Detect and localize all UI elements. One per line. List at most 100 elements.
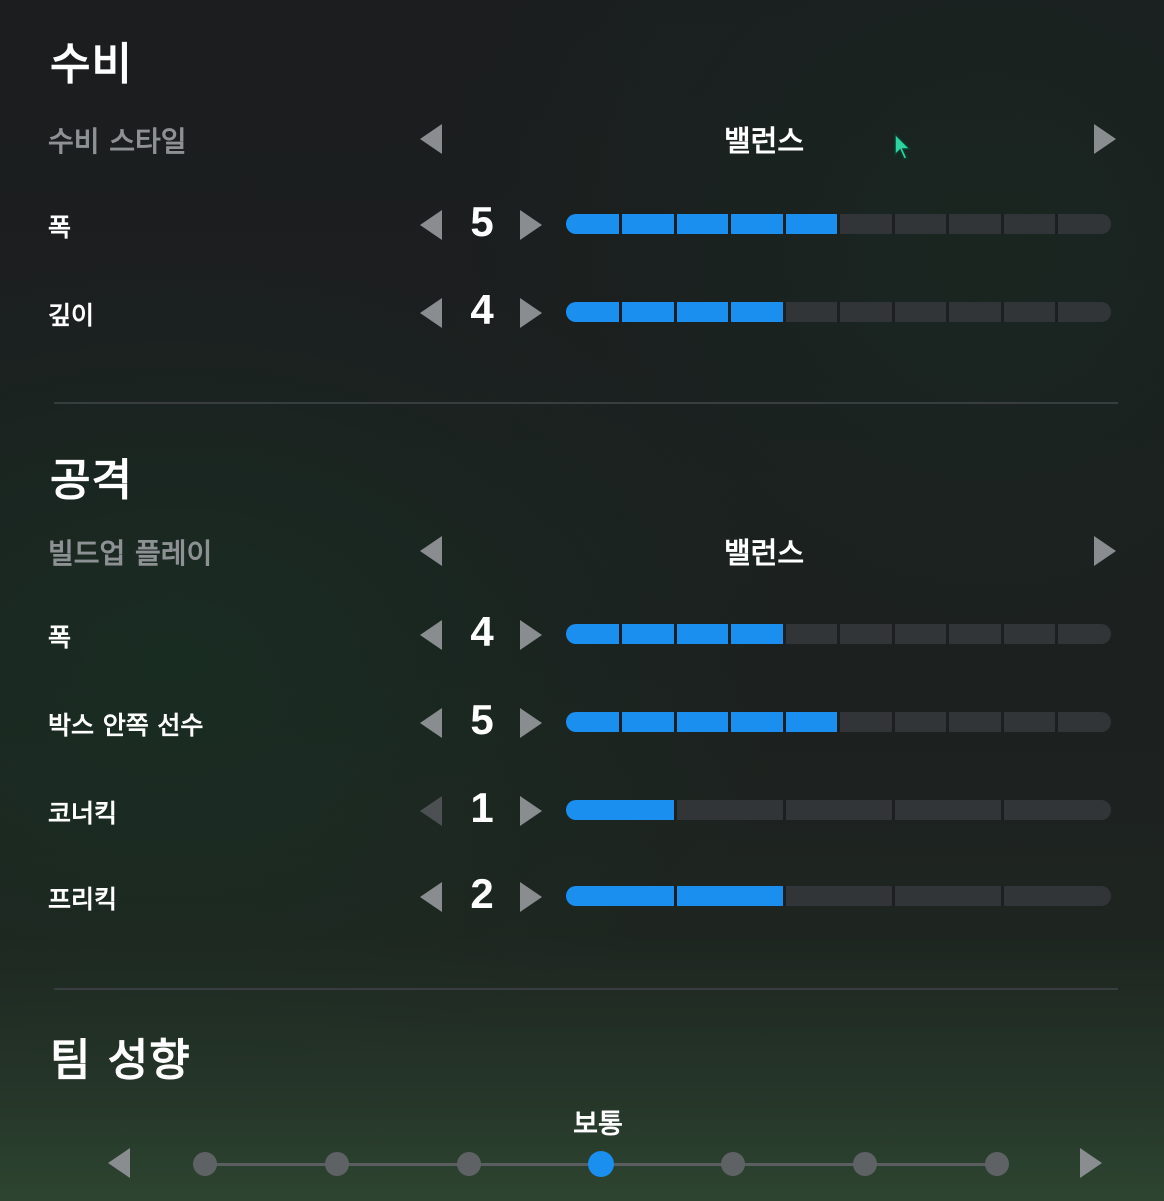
bar-segment-gap xyxy=(619,712,622,732)
attack-width-bar[interactable] xyxy=(566,624,1111,644)
defense-depth-bar[interactable] xyxy=(566,302,1111,322)
bar-segment-empty xyxy=(838,712,893,732)
bar-segment-gap xyxy=(891,886,895,906)
next-arrow-icon[interactable] xyxy=(1094,124,1116,154)
bar-segment-empty xyxy=(838,214,893,234)
tendency-prev-arrow-icon[interactable] xyxy=(108,1148,130,1178)
bar-segment-gap xyxy=(891,302,895,322)
increase-arrow-icon[interactable] xyxy=(520,882,542,912)
decrease-arrow-icon[interactable] xyxy=(420,882,442,912)
defense-width-row: 폭 5 xyxy=(0,198,1164,250)
bar-segment-gap xyxy=(619,214,622,234)
bar-segment-empty xyxy=(1056,302,1111,322)
bar-segment-gap xyxy=(782,712,786,732)
defense-width-bar[interactable] xyxy=(566,214,1111,234)
bar-segment-filled xyxy=(566,800,675,820)
decrease-arrow-icon[interactable] xyxy=(420,298,442,328)
attack-width-row: 폭 4 xyxy=(0,608,1164,660)
bar-segment-gap xyxy=(619,624,622,644)
bar-segment-empty xyxy=(893,624,948,644)
attack-freekick-row: 프리킥 2 xyxy=(0,870,1164,922)
bar-segment-empty xyxy=(947,712,1002,732)
bar-segment-gap xyxy=(837,214,840,234)
bar-segment-filled xyxy=(566,712,621,732)
attack-width-value: 4 xyxy=(470,608,494,655)
attack-corner-row: 코너킥 1 xyxy=(0,784,1164,836)
bar-segment-gap xyxy=(782,624,786,644)
decrease-arrow-icon[interactable] xyxy=(420,796,442,826)
bar-segment-gap xyxy=(1000,624,1004,644)
tendency-step[interactable] xyxy=(325,1152,349,1176)
bar-segment-empty xyxy=(893,712,948,732)
bar-segment-empty xyxy=(893,886,1002,906)
bar-segment-empty xyxy=(1002,886,1111,906)
bar-segment-empty xyxy=(1002,214,1057,234)
bar-segment-filled xyxy=(729,712,784,732)
bar-segment-filled xyxy=(566,214,621,234)
bar-segment-empty xyxy=(784,302,839,322)
bar-segment-filled xyxy=(729,302,784,322)
decrease-arrow-icon[interactable] xyxy=(420,620,442,650)
section-title-tendency: 팀 성향 xyxy=(50,1035,191,1086)
bar-segment-filled xyxy=(784,214,839,234)
bar-segment-gap xyxy=(837,624,840,644)
bar-segment-gap xyxy=(728,712,731,732)
increase-arrow-icon[interactable] xyxy=(520,620,542,650)
bar-segment-empty xyxy=(893,214,948,234)
bar-segment-gap xyxy=(1055,302,1058,322)
increase-arrow-icon[interactable] xyxy=(520,708,542,738)
increase-arrow-icon[interactable] xyxy=(520,298,542,328)
defense-depth-value: 4 xyxy=(470,286,494,333)
attack-corner-bar[interactable] xyxy=(566,800,1111,820)
attack-box-players-bar[interactable] xyxy=(566,712,1111,732)
tendency-step[interactable] xyxy=(193,1152,217,1176)
tendency-step[interactable] xyxy=(853,1152,877,1176)
bar-segment-empty xyxy=(893,800,1002,820)
bar-segment-empty xyxy=(838,624,893,644)
bar-segment-gap xyxy=(891,624,895,644)
bar-segment-gap xyxy=(946,214,949,234)
section-title-attack: 공격 xyxy=(50,455,133,506)
bar-segment-gap xyxy=(673,302,677,322)
increase-arrow-icon[interactable] xyxy=(520,796,542,826)
tendency-next-arrow-icon[interactable] xyxy=(1080,1148,1102,1178)
decrease-arrow-icon[interactable] xyxy=(420,210,442,240)
bar-segment-empty xyxy=(947,624,1002,644)
tendency-step[interactable] xyxy=(721,1152,745,1176)
bar-segment-gap xyxy=(673,214,677,234)
bar-segment-gap xyxy=(782,800,786,820)
tendency-step[interactable] xyxy=(985,1152,1009,1176)
bar-segment-gap xyxy=(946,624,949,644)
next-arrow-icon[interactable] xyxy=(1094,536,1116,566)
attack-freekick-bar[interactable] xyxy=(566,886,1111,906)
bar-segment-gap xyxy=(1055,624,1058,644)
increase-arrow-icon[interactable] xyxy=(520,210,542,240)
bar-segment-empty xyxy=(1002,624,1057,644)
bar-segment-gap xyxy=(1055,214,1058,234)
bar-segment-gap xyxy=(673,712,677,732)
bar-segment-gap xyxy=(673,800,677,820)
defense-style-row: 수비 스타일 밸런스 xyxy=(0,116,1164,166)
defense-depth-row: 깊이 4 xyxy=(0,286,1164,338)
decrease-arrow-icon[interactable] xyxy=(420,708,442,738)
bar-segment-empty xyxy=(947,302,1002,322)
attack-width-label: 폭 xyxy=(48,623,72,652)
tendency-step[interactable] xyxy=(457,1152,481,1176)
bar-segment-empty xyxy=(1002,302,1057,322)
bar-segment-gap xyxy=(946,712,949,732)
bar-segment-empty xyxy=(784,624,839,644)
bar-segment-gap xyxy=(1055,712,1058,732)
tendency-step-selected[interactable] xyxy=(588,1151,614,1177)
bar-segment-gap xyxy=(1000,800,1004,820)
attack-style-label: 빌드업 플레이 xyxy=(48,537,213,570)
bar-segment-filled xyxy=(729,214,784,234)
bar-segment-gap xyxy=(782,302,786,322)
bar-segment-filled xyxy=(620,624,675,644)
prev-arrow-icon[interactable] xyxy=(420,536,442,566)
bar-segment-gap xyxy=(837,712,840,732)
attack-style-value: 밸런스 xyxy=(723,536,805,570)
bar-segment-filled xyxy=(675,624,730,644)
bar-segment-gap xyxy=(891,214,895,234)
bar-segment-filled xyxy=(620,712,675,732)
prev-arrow-icon[interactable] xyxy=(420,124,442,154)
